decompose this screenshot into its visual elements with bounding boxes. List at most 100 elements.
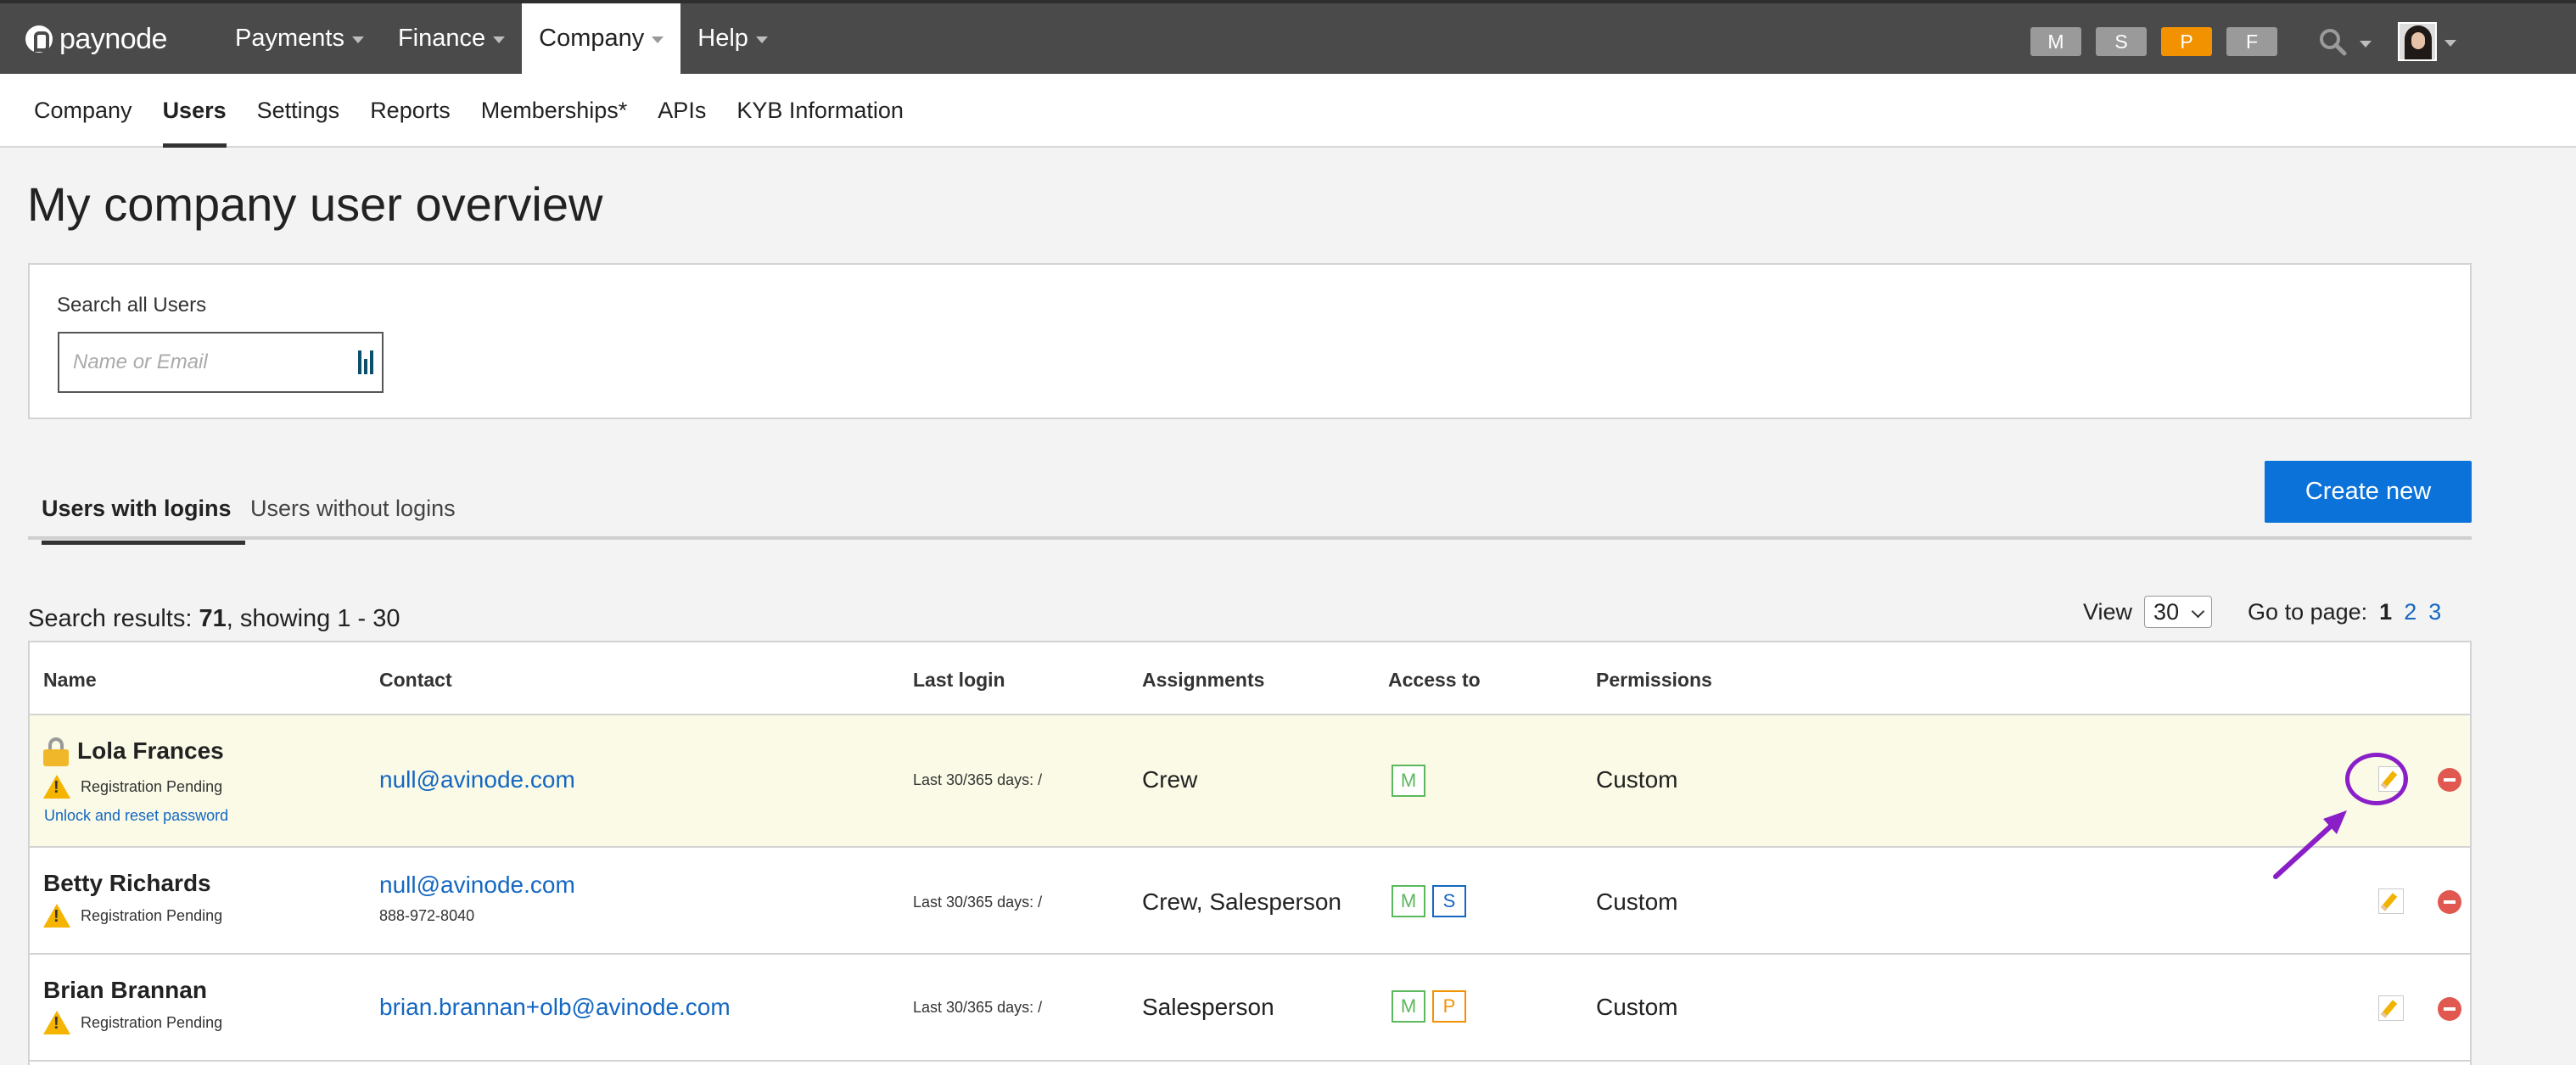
view-label: View bbox=[2083, 598, 2133, 625]
permissions: Custom bbox=[1596, 888, 1678, 915]
create-new-button[interactable]: Create new bbox=[2265, 461, 2472, 523]
delete-icon[interactable] bbox=[2438, 768, 2461, 792]
pagination-controls: View 30 Go to page: 1 2 3 bbox=[2083, 596, 2441, 628]
page-2[interactable]: 2 bbox=[2404, 599, 2416, 625]
paynode-logo-icon bbox=[25, 25, 53, 53]
annotation-arrow-icon bbox=[2273, 810, 2347, 879]
contact-email[interactable]: null@avinode.com bbox=[379, 766, 575, 793]
tab-users-without-logins[interactable]: Users without logins bbox=[237, 482, 469, 535]
product-pill-p[interactable]: P bbox=[2161, 27, 2212, 56]
access-badge-m: M bbox=[1392, 990, 1425, 1023]
access-badge-s: S bbox=[1432, 885, 1466, 917]
user-name[interactable]: Brian Brannan bbox=[43, 977, 207, 1004]
access-badges: MS bbox=[1392, 885, 1473, 917]
status-text: Registration Pending bbox=[81, 906, 223, 924]
goto-page-label: Go to page: bbox=[2248, 598, 2368, 625]
delete-icon[interactable] bbox=[2438, 890, 2461, 914]
assignments: Crew bbox=[1142, 766, 1198, 793]
menu-finance[interactable]: Finance bbox=[381, 3, 522, 74]
table-row: Lola Frances Registration Pending Unlock… bbox=[30, 715, 2470, 848]
subnav-reports[interactable]: Reports bbox=[355, 74, 466, 148]
warning-icon bbox=[43, 1011, 70, 1034]
contact-email[interactable]: brian.brannan+olb@avinode.com bbox=[379, 994, 731, 1021]
user-search-panel: Search all Users bbox=[28, 263, 2472, 419]
last-login: Last 30/365 days: / bbox=[913, 999, 1043, 1016]
edit-icon[interactable] bbox=[2378, 888, 2404, 914]
permissions: Custom bbox=[1596, 766, 1678, 793]
access-badges: MP bbox=[1392, 990, 1473, 1023]
subnav-settings[interactable]: Settings bbox=[242, 74, 356, 148]
contact-phone: 888-972-8040 bbox=[379, 907, 475, 924]
menu-help-label: Help bbox=[697, 25, 748, 52]
page-1[interactable]: 1 bbox=[2379, 599, 2392, 625]
access-badges: M bbox=[1392, 765, 1432, 797]
menu-company[interactable]: Company bbox=[522, 3, 681, 74]
results-showing: , showing 1 - 30 bbox=[226, 605, 400, 632]
main-menu: Payments Finance Company Help bbox=[218, 3, 785, 74]
product-pill-m[interactable]: M bbox=[2030, 27, 2081, 56]
chevron-down-icon bbox=[351, 36, 364, 43]
user-name-cell: Lola Frances bbox=[43, 737, 224, 766]
assignments: Crew, Salesperson bbox=[1142, 888, 1342, 915]
column-header-contact[interactable]: Contact bbox=[379, 669, 452, 692]
subnav-kyb-information[interactable]: KYB Information bbox=[721, 74, 919, 148]
search-label: Search all Users bbox=[57, 294, 207, 317]
subnav-users[interactable]: Users bbox=[148, 74, 242, 148]
menu-payments[interactable]: Payments bbox=[218, 3, 381, 74]
brand-name: paynode bbox=[59, 22, 167, 55]
tab-users-with-logins[interactable]: Users with logins bbox=[28, 482, 245, 545]
subnav-apis[interactable]: APIs bbox=[642, 74, 721, 148]
access-badge-m: M bbox=[1392, 885, 1425, 917]
column-header-assignments[interactable]: Assignments bbox=[1142, 669, 1264, 692]
top-navigation-bar: paynode Payments Finance Company Help M … bbox=[0, 0, 2576, 74]
table-header: Name Contact Last login Assignments Acce… bbox=[30, 642, 2470, 715]
lock-icon bbox=[43, 737, 69, 766]
column-header-access-to[interactable]: Access to bbox=[1388, 669, 1481, 692]
registration-status: Registration Pending bbox=[43, 775, 222, 799]
menu-payments-label: Payments bbox=[235, 25, 344, 52]
avatar bbox=[2398, 22, 2437, 61]
column-header-name[interactable]: Name bbox=[43, 669, 97, 692]
chevron-down-icon bbox=[2444, 39, 2456, 47]
table-row: Betty Richards Registration Pending null… bbox=[30, 848, 2470, 955]
product-pill-f[interactable]: F bbox=[2226, 27, 2277, 56]
results-total: 71 bbox=[199, 605, 227, 632]
global-search-toggle[interactable] bbox=[2318, 27, 2372, 58]
column-header-permissions[interactable]: Permissions bbox=[1596, 669, 1712, 692]
search-input[interactable] bbox=[59, 334, 331, 391]
menu-help[interactable]: Help bbox=[680, 3, 785, 74]
menu-company-label: Company bbox=[539, 25, 645, 52]
registration-status: Registration Pending bbox=[43, 1011, 222, 1034]
user-tabs: Users with logins Users without logins bbox=[28, 467, 2472, 545]
paynode-logo[interactable]: paynode bbox=[25, 22, 167, 56]
contact-email[interactable]: null@avinode.com bbox=[379, 872, 575, 899]
warning-icon bbox=[43, 775, 70, 799]
access-badge-p: P bbox=[1432, 990, 1466, 1023]
product-pill-s[interactable]: S bbox=[2096, 27, 2147, 56]
search-results-summary: Search results: 71, showing 1 - 30 bbox=[28, 605, 400, 633]
menu-finance-label: Finance bbox=[397, 25, 486, 52]
subnav-company[interactable]: Company bbox=[19, 74, 148, 148]
unlock-reset-password-link[interactable]: Unlock and reset password bbox=[44, 807, 228, 825]
page-title: My company user overview bbox=[27, 177, 603, 231]
delete-icon[interactable] bbox=[2438, 997, 2461, 1021]
edit-icon[interactable] bbox=[2378, 995, 2404, 1021]
user-menu[interactable] bbox=[2398, 22, 2456, 61]
page-3[interactable]: 3 bbox=[2428, 599, 2441, 625]
search-field-wrapper bbox=[58, 332, 384, 393]
per-page-select[interactable]: 30 bbox=[2144, 596, 2213, 628]
chevron-down-icon bbox=[755, 36, 768, 43]
company-subnav: Company Users Settings Reports Membershi… bbox=[0, 74, 2576, 148]
chevron-down-icon bbox=[493, 36, 506, 43]
registration-status: Registration Pending bbox=[43, 904, 222, 928]
chevron-down-icon bbox=[652, 36, 664, 43]
user-name[interactable]: Lola Frances bbox=[77, 737, 224, 765]
users-table: Name Contact Last login Assignments Acce… bbox=[28, 641, 2472, 1065]
last-login: Last 30/365 days: / bbox=[913, 894, 1043, 911]
search-icon bbox=[2320, 29, 2347, 56]
last-login: Last 30/365 days: / bbox=[913, 771, 1043, 788]
access-badge-m: M bbox=[1392, 765, 1425, 797]
user-name[interactable]: Betty Richards bbox=[43, 870, 211, 897]
column-header-last-login[interactable]: Last login bbox=[913, 669, 1005, 692]
subnav-memberships[interactable]: Memberships* bbox=[466, 74, 643, 148]
